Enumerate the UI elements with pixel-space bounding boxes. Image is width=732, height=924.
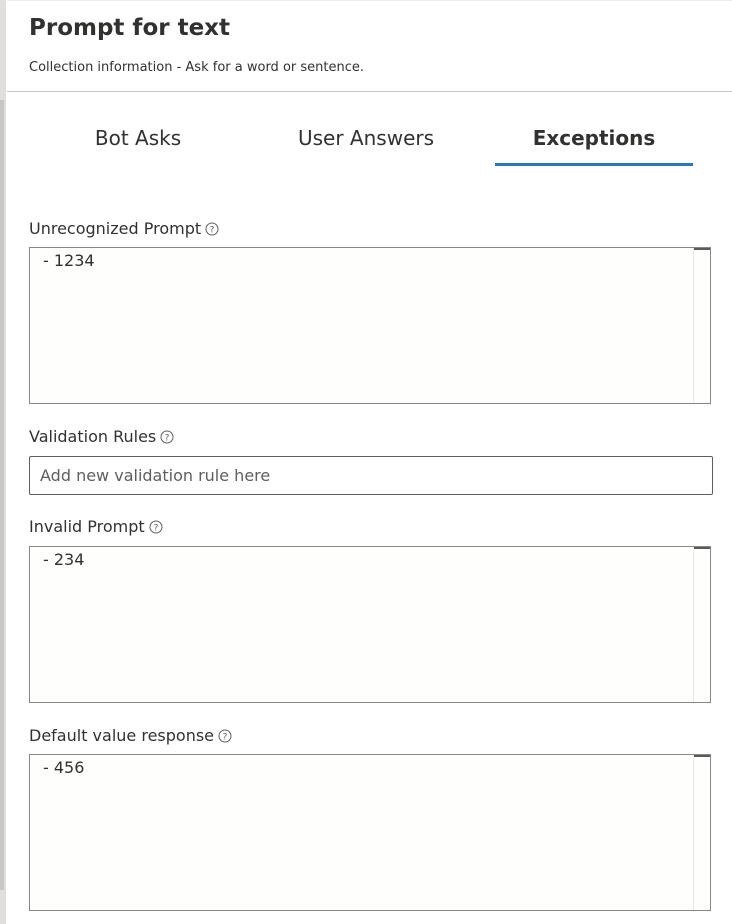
validation-rules-label-text: Validation Rules <box>29 427 157 446</box>
tab-exceptions[interactable]: Exceptions <box>495 126 693 150</box>
invalid-prompt-label-text: Invalid Prompt <box>29 517 145 536</box>
svg-text:?: ? <box>153 523 158 533</box>
editor-scrollbar[interactable] <box>693 248 710 403</box>
invalid-prompt-value[interactable]: - 234 <box>43 550 84 569</box>
scrollbar-thumb[interactable] <box>694 248 710 250</box>
validation-rules-label: Validation Rules ? <box>29 427 174 446</box>
default-value-response-editor[interactable]: - 456 <box>29 754 711 911</box>
page: Prompt for text Collection information -… <box>0 0 732 924</box>
default-value-response-label: Default value response ? <box>29 726 232 745</box>
default-value-response-label-text: Default value response <box>29 726 215 745</box>
left-scroll-thumb[interactable] <box>0 100 4 890</box>
info-icon[interactable]: ? <box>160 430 174 444</box>
invalid-prompt-label: Invalid Prompt ? <box>29 517 163 536</box>
info-icon[interactable]: ? <box>149 520 163 534</box>
property-panel: Prompt for text Collection information -… <box>7 0 732 924</box>
unrecognized-prompt-label-text: Unrecognized Prompt <box>29 219 202 238</box>
unrecognized-prompt-label: Unrecognized Prompt ? <box>29 219 219 238</box>
editor-scrollbar[interactable] <box>693 755 710 910</box>
tab-bot-asks[interactable]: Bot Asks <box>47 126 229 150</box>
validation-rule-input[interactable] <box>29 456 713 495</box>
svg-text:?: ? <box>223 732 228 742</box>
tab-user-answers[interactable]: User Answers <box>275 126 457 150</box>
editor-scrollbar[interactable] <box>693 547 710 702</box>
left-scroll-strip <box>0 0 6 924</box>
page-subtitle: Collection information - Ask for a word … <box>29 60 364 75</box>
unrecognized-prompt-editor[interactable]: - 1234 <box>29 247 711 404</box>
panel-header: Prompt for text Collection information -… <box>7 1 732 92</box>
info-icon[interactable]: ? <box>205 222 219 236</box>
invalid-prompt-editor[interactable]: - 234 <box>29 546 711 703</box>
info-icon[interactable]: ? <box>218 729 232 743</box>
svg-text:?: ? <box>165 433 170 443</box>
default-value-response-value[interactable]: - 456 <box>43 758 84 777</box>
scrollbar-thumb[interactable] <box>694 755 710 757</box>
unrecognized-prompt-value[interactable]: - 1234 <box>43 251 95 270</box>
tab-bar: Bot Asks User Answers Exceptions <box>7 92 732 172</box>
page-title: Prompt for text <box>29 15 231 41</box>
active-tab-indicator <box>495 163 693 166</box>
scrollbar-thumb[interactable] <box>694 547 710 549</box>
svg-text:?: ? <box>210 225 215 235</box>
